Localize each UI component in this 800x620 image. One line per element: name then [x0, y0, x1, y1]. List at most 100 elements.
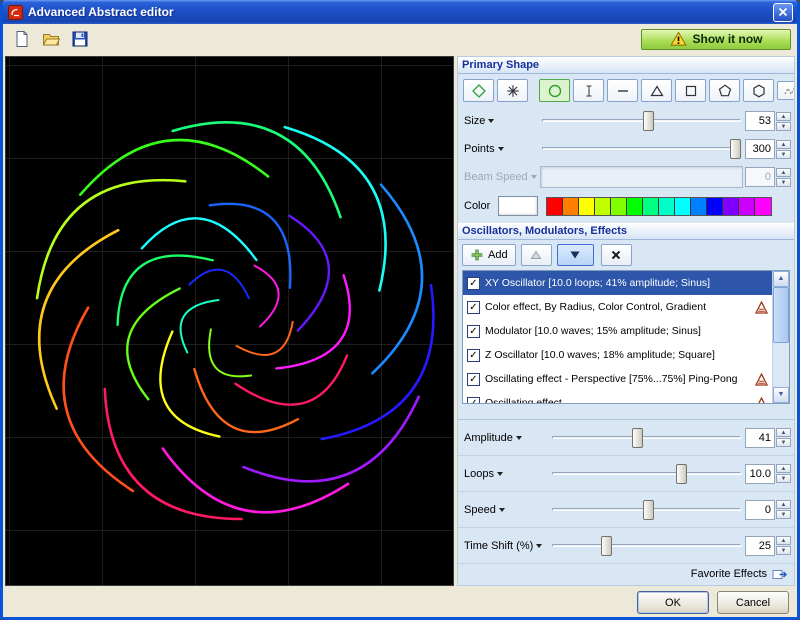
palette-color-13[interactable] — [755, 198, 771, 215]
arrow-up-icon — [530, 249, 542, 261]
slider-label-text: Time Shift (%) — [464, 540, 533, 552]
dropdown-caret-icon — [499, 508, 505, 512]
scroll-up-button[interactable]: ▲ — [773, 271, 789, 287]
cancel-button[interactable]: Cancel — [717, 591, 789, 614]
palette-color-11[interactable] — [723, 198, 739, 215]
palette-color-5[interactable] — [627, 198, 643, 215]
spin-up-button[interactable]: ▲ — [776, 536, 791, 545]
shape-vertical-line-button[interactable] — [573, 79, 604, 102]
open-button[interactable] — [38, 27, 64, 51]
scrollbar-thumb[interactable] — [773, 287, 789, 343]
spin-up-button[interactable]: ▲ — [776, 112, 791, 121]
slider-label-beam-speed[interactable]: Beam Speed — [464, 171, 540, 183]
spin-up-button[interactable]: ▲ — [776, 428, 791, 437]
favorite-effects-link[interactable]: Favorite Effects — [691, 568, 767, 580]
favorite-effects-icon — [772, 567, 788, 581]
palette-color-2[interactable] — [579, 198, 595, 215]
spin-down-button[interactable]: ▼ — [776, 438, 791, 447]
scroll-down-button[interactable]: ▼ — [773, 387, 789, 403]
palette-color-6[interactable] — [643, 198, 659, 215]
slider-thumb-amplitude[interactable] — [632, 428, 643, 448]
shape-wave-button[interactable] — [777, 81, 795, 100]
slider-track-size[interactable] — [540, 110, 743, 132]
slider-track-loops[interactable] — [550, 463, 743, 485]
palette-color-9[interactable] — [691, 198, 707, 215]
slider-track-time-shift[interactable] — [550, 535, 743, 557]
palette-color-8[interactable] — [675, 198, 691, 215]
spin-up-button[interactable]: ▲ — [776, 140, 791, 149]
spin-down-button[interactable]: ▼ — [776, 122, 791, 131]
shape-square-button[interactable] — [675, 79, 706, 102]
effect-list-item[interactable]: ✓Modulator [10.0 waves; 15% amplitude; S… — [463, 319, 772, 343]
spinner-amplitude: ▲▼ — [776, 428, 791, 447]
effect-checkbox[interactable]: ✓ — [467, 349, 480, 362]
shape-diamond-button[interactable] — [463, 79, 494, 102]
shape-horizontal-line-button[interactable] — [607, 79, 638, 102]
current-color-swatch[interactable] — [498, 196, 538, 216]
effect-checkbox[interactable]: ✓ — [467, 373, 480, 386]
ok-button[interactable]: OK — [637, 591, 709, 614]
shape-pentagon-button[interactable] — [709, 79, 740, 102]
add-effect-button[interactable]: Add — [462, 244, 516, 266]
show-it-now-button[interactable]: Show it now — [641, 29, 791, 50]
effect-checkbox[interactable]: ✓ — [467, 325, 480, 338]
shape-hexagon-button[interactable] — [743, 79, 774, 102]
move-up-button[interactable] — [521, 244, 552, 266]
move-down-button[interactable] — [557, 244, 594, 266]
shape-triangle-button[interactable] — [641, 79, 672, 102]
palette-color-7[interactable] — [659, 198, 675, 215]
effect-checkbox[interactable]: ✓ — [467, 277, 480, 290]
title-bar[interactable]: Advanced Abstract editor — [3, 0, 797, 24]
slider-thumb-speed[interactable] — [643, 500, 654, 520]
effect-list-item[interactable]: ✓Z Oscillator [10.0 waves; 18% amplitude… — [463, 343, 772, 367]
slider-thumb-loops[interactable] — [676, 464, 687, 484]
spinner-size: ▲▼ — [776, 112, 791, 131]
effect-list-item[interactable]: ✓Color effect, By Radius, Color Control,… — [463, 295, 772, 319]
slider-thumb-time-shift[interactable] — [601, 536, 612, 556]
delete-x-icon — [610, 249, 622, 261]
slider-thumb-points[interactable] — [730, 139, 741, 159]
slider-row-time-shift: Time Shift (%)25▲▼ — [458, 528, 794, 564]
shape-circle-button[interactable] — [539, 79, 570, 102]
list-scrollbar[interactable]: ▲ ▼ — [772, 271, 789, 403]
palette-color-12[interactable] — [739, 198, 755, 215]
slider-track-amplitude[interactable] — [550, 427, 743, 449]
projector-warning-icon — [755, 397, 768, 404]
slider-label-size[interactable]: Size — [464, 115, 540, 127]
effect-list-item[interactable]: ✓Oscillating effect ... — [463, 391, 772, 403]
spin-down-button[interactable]: ▼ — [776, 510, 791, 519]
effect-list-item[interactable]: ✓Oscillating effect - Perspective [75%..… — [463, 367, 772, 391]
effect-list-item[interactable]: ✓XY Oscillator [10.0 loops; 41% amplitud… — [463, 271, 772, 295]
preview-canvas[interactable] — [5, 56, 454, 586]
slider-label-speed[interactable]: Speed — [464, 504, 550, 516]
shape-star-button[interactable] — [497, 79, 528, 102]
palette-color-4[interactable] — [611, 198, 627, 215]
effect-checkbox[interactable]: ✓ — [467, 301, 480, 314]
new-button[interactable] — [9, 27, 35, 51]
slider-thumb-size[interactable] — [643, 111, 654, 131]
delete-effect-button[interactable] — [601, 244, 632, 266]
slider-label-amplitude[interactable]: Amplitude — [464, 432, 550, 444]
spin-up-button[interactable]: ▲ — [776, 168, 791, 177]
spin-down-button[interactable]: ▼ — [776, 150, 791, 159]
slider-label-loops[interactable]: Loops — [464, 468, 550, 480]
spin-down-button[interactable]: ▼ — [776, 178, 791, 187]
palette-color-1[interactable] — [563, 198, 579, 215]
scrollbar-track[interactable] — [773, 287, 789, 387]
spin-down-button[interactable]: ▼ — [776, 546, 791, 555]
slider-track-points[interactable] — [540, 138, 743, 160]
close-button[interactable] — [773, 3, 793, 22]
slider-track-speed[interactable] — [550, 499, 743, 521]
palette-color-10[interactable] — [707, 198, 723, 215]
dropdown-caret-icon — [531, 175, 537, 179]
spin-down-button[interactable]: ▼ — [776, 474, 791, 483]
save-button[interactable] — [67, 27, 93, 51]
spin-up-button[interactable]: ▲ — [776, 464, 791, 473]
effect-checkbox[interactable]: ✓ — [467, 397, 480, 404]
slider-label-time-shift[interactable]: Time Shift (%) — [464, 540, 550, 552]
slider-label-points[interactable]: Points — [464, 143, 540, 155]
slider-value-points: 300 — [745, 139, 775, 159]
spin-up-button[interactable]: ▲ — [776, 500, 791, 509]
palette-color-3[interactable] — [595, 198, 611, 215]
palette-color-0[interactable] — [547, 198, 563, 215]
